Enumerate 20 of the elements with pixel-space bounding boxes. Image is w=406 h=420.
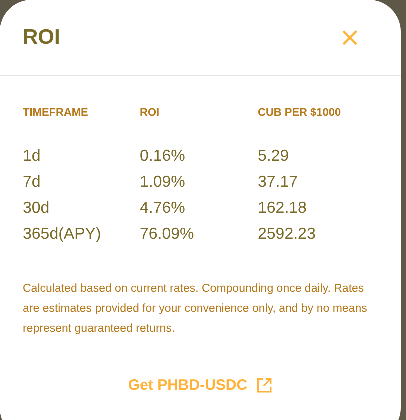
table-cell-text: 2592.23: [258, 224, 317, 244]
get-lp-link[interactable]: Get PHBD-USDC: [128, 374, 273, 397]
table-cell-text: 4.76%: [140, 198, 186, 218]
disclaimer-text: Calculated based on current rates. Compounding once daily. Rates are estimates provided for your convenience only, and by no means represent guaranteed returns.: [23, 282, 368, 336]
table-cell-text: 76.09%: [140, 224, 196, 244]
table-cell-text: 30d: [23, 198, 51, 218]
table-cell-text: 162.18: [258, 198, 308, 218]
table-cell-text: 0.16%: [140, 146, 186, 166]
external-link-icon: [256, 377, 273, 394]
table-cell-text: 7d: [23, 172, 42, 192]
column-header: ROI: [140, 106, 161, 121]
table-cell-text: 1d: [23, 146, 42, 166]
table-cell-text: 37.17: [258, 172, 300, 192]
table-cell-text: 1.09%: [140, 172, 186, 192]
table-cell-text: 365d(APY): [23, 224, 102, 244]
modal-title: ROI: [23, 24, 60, 51]
table-cell-text: 5.29: [258, 146, 290, 166]
column-header: TIMEFRAME: [23, 106, 90, 121]
column-header: CUB PER $1000: [258, 106, 342, 121]
close-button[interactable]: ×: [339, 24, 361, 50]
